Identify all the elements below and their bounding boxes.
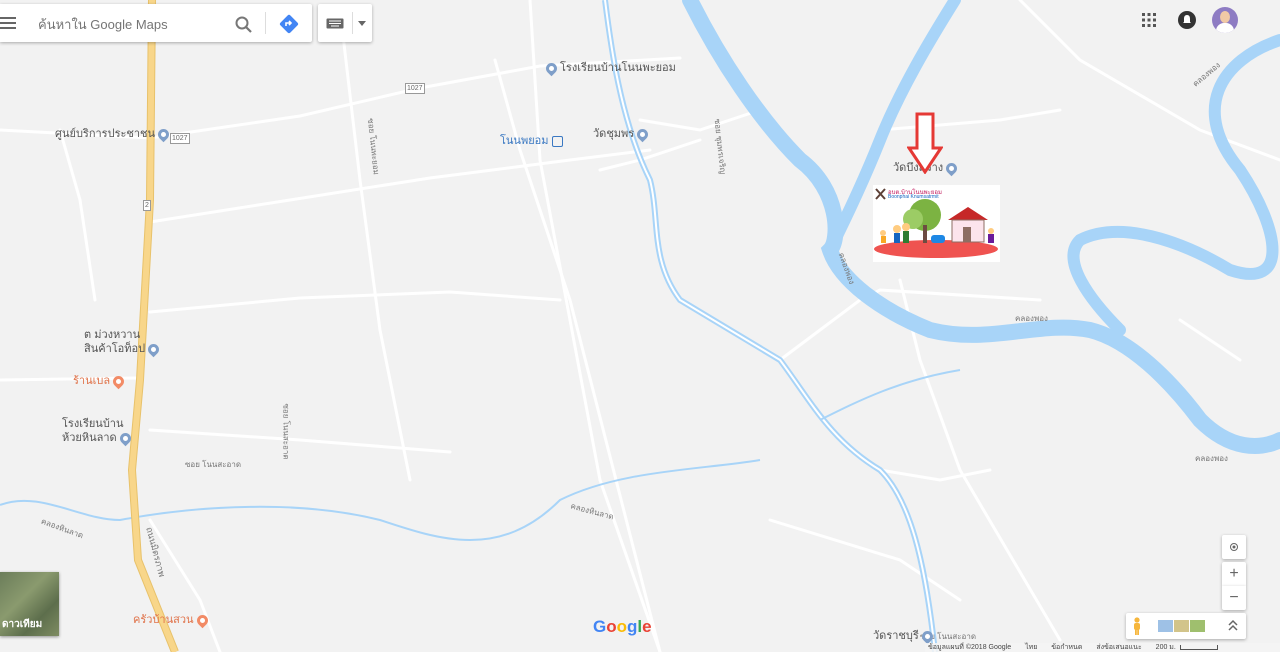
scale-label: 200 ม. (1155, 644, 1176, 651)
zoom-in-button[interactable]: + (1222, 562, 1246, 586)
poi-temple[interactable]: วัดราชบุรี (873, 628, 936, 644)
poi-label: ศูนย์บริการประชาชน (55, 128, 156, 140)
search-box[interactable] (0, 4, 312, 42)
banner-illustration (874, 188, 998, 258)
zoom-out-button[interactable]: − (1222, 586, 1246, 610)
directions-icon[interactable] (279, 14, 299, 34)
logo-letter: g (627, 617, 638, 636)
bus-icon (551, 135, 563, 147)
avatar-body (1216, 23, 1234, 33)
poi-label: วัดราชบุรี (873, 630, 919, 642)
route-shield: 2 (143, 200, 151, 211)
road-label: ซอย โนนสะอาด (281, 403, 291, 460)
scale-bar (1179, 644, 1218, 650)
avatar-face (1220, 11, 1230, 23)
logo-letter: G (593, 617, 607, 636)
logo-letter: o (616, 617, 628, 636)
poi-label: โรงเรียนบ้าน (62, 418, 124, 430)
satellite-layer-toggle[interactable]: ดาวเทียม (0, 572, 59, 636)
attribution-bar: ข้อมูลแผนที่ ©2018 Google ไทย ข้อกำหนด ส… (925, 643, 1280, 652)
poi-service-center[interactable]: ศูนย์บริการประชาชน (55, 126, 172, 142)
waterway-label: คลองพอง (1015, 314, 1048, 323)
route-shield: 1027 (170, 133, 190, 144)
map-pin-icon (194, 612, 210, 628)
poi-temple[interactable]: วัดชุมพร (593, 126, 651, 142)
logo-letter: e (642, 617, 652, 636)
attribution-text: ข้อมูลแผนที่ ©2018 Google (928, 644, 1012, 651)
poi-label: ร้านเบล (73, 375, 111, 387)
avatar[interactable] (1212, 7, 1238, 33)
poi-label: ครัวบ้านสวน (133, 614, 194, 626)
poi-otop[interactable]: ต ม่วงหวานสินค้าโอท็อป (84, 328, 162, 357)
layers-icon[interactable] (1158, 620, 1205, 632)
poi-label: โนนพยอม (500, 135, 549, 147)
poi-label: โรงเรียนบ้านโนนพะยอม (560, 62, 676, 74)
road-label: ซอย โนนสะอาด (185, 460, 242, 469)
poi-school[interactable]: โรงเรียนบ้านโนนพะยอม (543, 60, 676, 76)
poi-label: ห้วยหินลาด (62, 432, 117, 444)
feedback-link[interactable]: ส่งข้อเสนอแนะ (1096, 644, 1141, 651)
divider (265, 12, 266, 34)
bottom-control-bar (1126, 613, 1246, 639)
bell-icon[interactable] (1178, 11, 1196, 29)
layer-thumb (1174, 620, 1189, 632)
satellite-label: ดาวเทียม (2, 619, 43, 630)
red-arrow-icon (907, 112, 943, 174)
map-pin-icon (543, 60, 560, 76)
divider (352, 12, 353, 34)
google-logo: Google (593, 617, 652, 637)
poi-label: สินค้าโอท็อป (84, 343, 146, 355)
my-location-button[interactable] (1222, 535, 1246, 559)
chevron-down-icon[interactable] (358, 21, 366, 26)
poi-school[interactable]: โรงเรียนบ้านห้วยหินลาด (62, 417, 134, 446)
route-shield: 1027 (405, 83, 425, 94)
poi-label: ต ม่วงหวาน (84, 329, 141, 341)
map-canvas[interactable] (0, 0, 1280, 652)
map-pin-icon (634, 126, 651, 142)
search-icon[interactable] (235, 16, 253, 34)
keyboard-icon[interactable] (326, 18, 344, 29)
hamburger-icon[interactable] (0, 17, 16, 29)
language-link[interactable]: ไทย (1025, 644, 1037, 651)
map-pin-icon (155, 126, 172, 142)
poi-label: วัดชุมพร (593, 128, 635, 140)
community-banner: อบต.บ้านโนนพะยอม Boonphai Knumsatrmit (873, 185, 1000, 262)
poi-restaurant[interactable]: ครัวบ้านสวน (133, 612, 211, 628)
apps-grid-icon[interactable] (1142, 13, 1156, 27)
map-pin-icon (943, 160, 960, 176)
map-pin-icon (110, 373, 127, 389)
my-location-icon (1230, 543, 1238, 551)
poi-shop[interactable]: ร้านเบล (73, 373, 127, 389)
map-pin-icon (919, 628, 936, 644)
chevron-up-icon[interactable] (1228, 619, 1238, 631)
layer-thumb (1158, 620, 1173, 632)
input-tools[interactable] (318, 4, 372, 42)
logo-letter: o (606, 617, 617, 636)
poi-transit-stop[interactable]: โนนพยอม (500, 135, 563, 148)
map-pin-icon (117, 430, 133, 446)
map-pin-icon (145, 341, 162, 357)
layer-thumb (1190, 620, 1205, 632)
search-input[interactable] (36, 13, 230, 35)
waterway-label: คลองพอง (1195, 454, 1228, 463)
pegman-icon[interactable] (1132, 617, 1142, 635)
terms-link[interactable]: ข้อกำหนด (1051, 644, 1082, 651)
